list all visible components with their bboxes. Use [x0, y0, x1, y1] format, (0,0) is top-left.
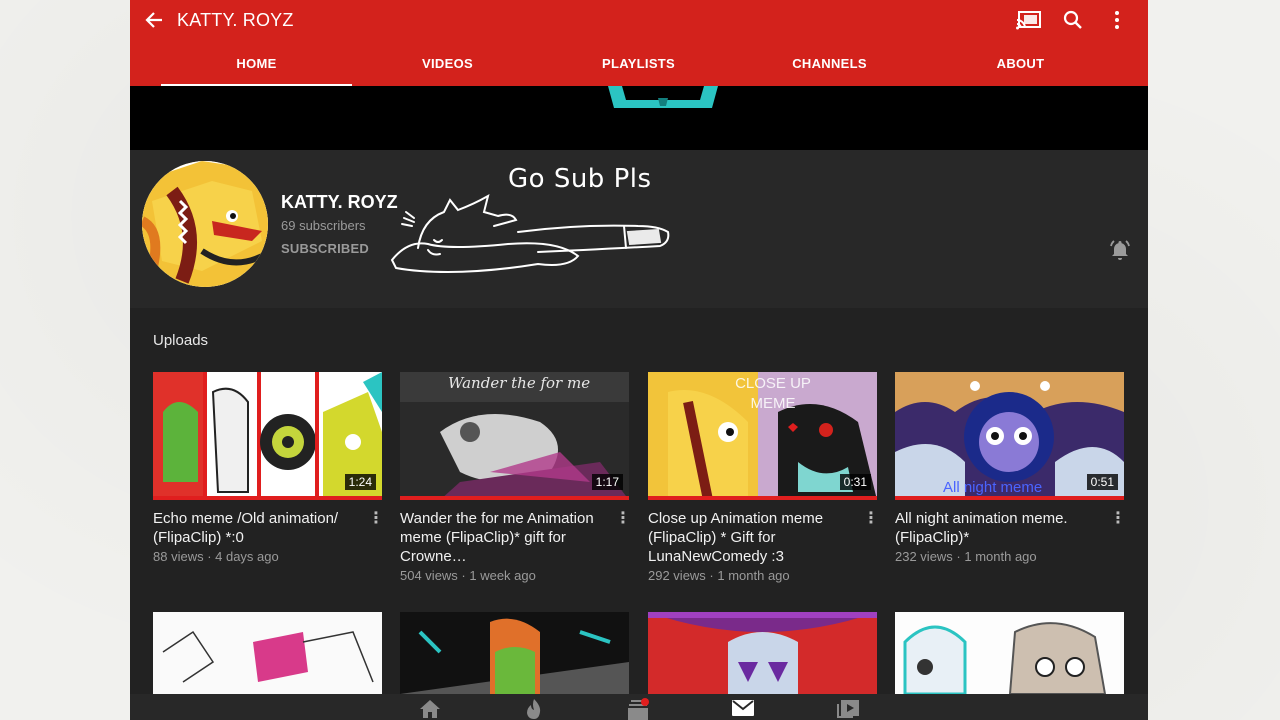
video-card[interactable]: All night meme 0:51 All night animation …	[895, 372, 1126, 564]
thumbnail-caption: All night meme	[943, 479, 1043, 496]
video-thumbnail[interactable]: 1:24	[153, 372, 382, 500]
thumbnail-caption: CLOSE UP MEME	[735, 375, 811, 412]
video-meta: 88 views · 4 days ago	[153, 549, 279, 564]
uploads-section: Uploads 1:24 Echo meme /Old animation/ (…	[130, 308, 1148, 720]
video-title[interactable]: All night animation meme. (FlipaClip)*	[895, 509, 1102, 547]
trending-icon[interactable]	[521, 698, 547, 720]
video-meta: 232 views · 1 month ago	[895, 549, 1037, 564]
search-icon[interactable]	[1060, 7, 1086, 33]
library-icon[interactable]	[835, 698, 861, 720]
video-duration: 0:31	[839, 474, 871, 490]
video-duration: 0:51	[1086, 474, 1118, 490]
video-card[interactable]: CLOSE UP MEME 0:31 Close up Animation me…	[648, 372, 879, 583]
app-screen: KATTY. ROYZ HOME VIDEOS PLAYLISTS CHANNE…	[130, 0, 1148, 720]
video-thumbnail[interactable]	[648, 612, 877, 694]
banner-art	[608, 86, 718, 108]
avatar[interactable]	[142, 161, 268, 287]
doodle-caption: Go Sub Pls	[508, 164, 652, 194]
more-vert-icon[interactable]	[1104, 7, 1130, 33]
inbox-icon[interactable]	[730, 698, 756, 720]
video-duration: 1:17	[591, 474, 623, 490]
channel-tabs: HOME VIDEOS PLAYLISTS CHANNELS ABOUT	[130, 44, 1148, 86]
section-title: Uploads	[153, 332, 209, 349]
more-vert-icon[interactable]: ⋮	[615, 507, 631, 529]
subscribed-button[interactable]: SUBSCRIBED	[281, 241, 369, 256]
thumbnail-caption: Wander the for me	[448, 374, 591, 392]
tab-home[interactable]: HOME	[161, 44, 352, 86]
more-vert-icon[interactable]: ⋮	[1110, 507, 1126, 529]
video-card[interactable]: Wander the for me 1:17 Wander the for me…	[400, 372, 631, 583]
subscriber-count: 69 subscribers	[281, 218, 366, 233]
tab-playlists[interactable]: PLAYLISTS	[543, 44, 734, 86]
arrow-left-icon[interactable]	[142, 6, 166, 34]
channel-title: KATTY. ROYZ	[177, 10, 294, 30]
video-thumbnail[interactable]: Wander the for me 1:17	[400, 372, 629, 500]
video-thumbnail[interactable]	[895, 612, 1124, 694]
video-title[interactable]: Echo meme /Old animation/ (FlipaClip) *:…	[153, 509, 360, 547]
video-duration: 1:24	[344, 474, 376, 490]
channel-name: KATTY. ROYZ	[281, 192, 398, 212]
channel-header: KATTY. ROYZ 69 subscribers SUBSCRIBED Go…	[130, 150, 1148, 308]
video-card[interactable]	[400, 612, 629, 694]
video-thumbnail[interactable]: All night meme 0:51	[895, 372, 1124, 500]
video-meta: 504 views · 1 week ago	[400, 568, 536, 583]
cast-icon[interactable]	[1016, 7, 1042, 33]
channel-banner	[130, 86, 1148, 150]
video-card[interactable]: 1:24 Echo meme /Old animation/ (FlipaCli…	[153, 372, 384, 564]
video-title[interactable]: Wander the for me Animation meme (FlipaC…	[400, 509, 607, 566]
tab-about[interactable]: ABOUT	[925, 44, 1116, 86]
video-card[interactable]	[648, 612, 877, 694]
video-card[interactable]	[153, 612, 382, 694]
video-thumbnail[interactable]	[400, 612, 629, 694]
video-meta: 292 views · 1 month ago	[648, 568, 790, 583]
top-app-bar: KATTY. ROYZ HOME VIDEOS PLAYLISTS CHANNE…	[130, 0, 1148, 86]
video-thumbnail[interactable]: CLOSE UP MEME 0:31	[648, 372, 877, 500]
tab-videos[interactable]: VIDEOS	[352, 44, 543, 86]
video-title[interactable]: Close up Animation meme (FlipaClip) * Gi…	[648, 509, 855, 566]
more-vert-icon[interactable]: ⋮	[368, 507, 384, 529]
video-card[interactable]	[895, 612, 1124, 694]
tab-channels[interactable]: CHANNELS	[734, 44, 925, 86]
bottom-navigation	[130, 694, 1148, 720]
home-icon[interactable]	[417, 698, 443, 720]
bell-ring-icon[interactable]	[1108, 238, 1132, 262]
more-vert-icon[interactable]: ⋮	[863, 507, 879, 529]
video-thumbnail[interactable]	[153, 612, 382, 694]
subscriptions-icon[interactable]	[626, 698, 652, 720]
